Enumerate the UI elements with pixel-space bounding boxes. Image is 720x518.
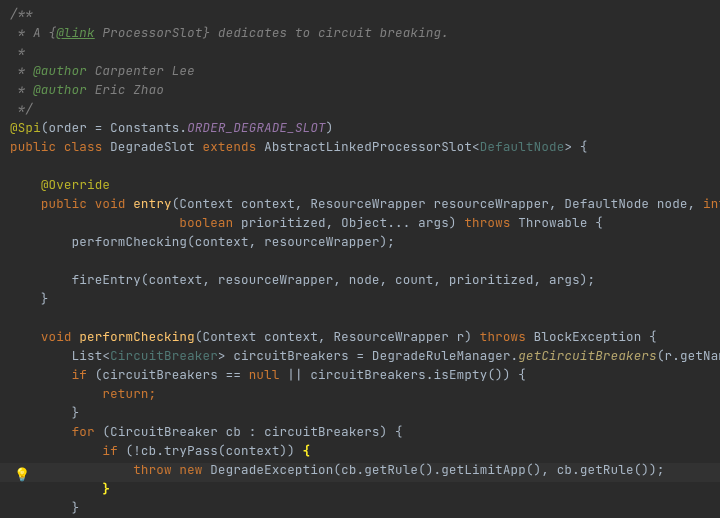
code-line[interactable] — [10, 156, 720, 175]
method-name: performChecking — [79, 328, 195, 345]
annotation: @Spi — [10, 119, 41, 136]
code-line[interactable]: boolean prioritized, Object... args) thr… — [10, 213, 720, 232]
code-line[interactable]: performChecking(context, resourceWrapper… — [10, 232, 720, 251]
code-line[interactable]: List<CircuitBreaker> circuitBreakers = D… — [10, 346, 720, 365]
code-line[interactable]: * — [10, 42, 720, 61]
code-line[interactable]: } — [10, 403, 720, 422]
code-line[interactable]: public class DegradeSlot extends Abstrac… — [10, 137, 720, 156]
code-line[interactable]: for (CircuitBreaker cb : circuitBreakers… — [10, 422, 720, 441]
code-line[interactable]: */ — [10, 99, 720, 118]
javadoc-author-tag: @author — [33, 62, 87, 79]
code-line[interactable] — [10, 308, 720, 327]
code-line[interactable]: } — [10, 479, 720, 498]
method-name: entry — [133, 195, 172, 212]
javadoc-author-tag: @author — [33, 81, 87, 98]
code-line[interactable]: if (circuitBreakers == null || circuitBr… — [10, 365, 720, 384]
intention-bulb-icon[interactable]: 💡 — [14, 465, 30, 484]
javadoc-end: */ — [10, 100, 33, 117]
override-annotation: @Override — [41, 176, 110, 193]
code-line[interactable]: fireEntry(context, resourceWrapper, node… — [10, 270, 720, 289]
constant-ref: ORDER_DEGRADE_SLOT — [187, 119, 326, 136]
code-line[interactable]: * @author Carpenter Lee — [10, 61, 720, 80]
matched-brace: } — [102, 480, 110, 497]
code-line[interactable]: * @author Eric Zhao — [10, 80, 720, 99]
code-line[interactable]: if (!cb.tryPass(context)) { — [10, 441, 720, 460]
javadoc-link-tag: @link — [56, 24, 95, 41]
code-line[interactable]: } — [10, 289, 720, 308]
code-line[interactable]: void performChecking(Context context, Re… — [10, 327, 720, 346]
matched-brace: { — [303, 442, 311, 459]
code-line[interactable] — [10, 251, 720, 270]
code-line[interactable]: throw new DegradeException(cb.getRule().… — [10, 460, 720, 479]
code-line[interactable]: @Override — [10, 175, 720, 194]
code-line[interactable]: @Spi(order = Constants.ORDER_DEGRADE_SLO… — [10, 118, 720, 137]
static-method-call: getCircuitBreakers — [518, 347, 657, 364]
code-line[interactable]: * A {@link ProcessorSlot} dedicates to c… — [10, 23, 720, 42]
code-line[interactable]: /** — [10, 4, 720, 23]
code-line[interactable]: return; — [10, 384, 720, 403]
code-editor[interactable]: /** * A {@link ProcessorSlot} dedicates … — [10, 4, 720, 517]
javadoc-start: /** — [10, 5, 33, 22]
code-line[interactable]: public void entry(Context context, Resou… — [10, 194, 720, 213]
class-name: DegradeSlot — [110, 138, 202, 155]
code-line[interactable]: } — [10, 498, 720, 517]
